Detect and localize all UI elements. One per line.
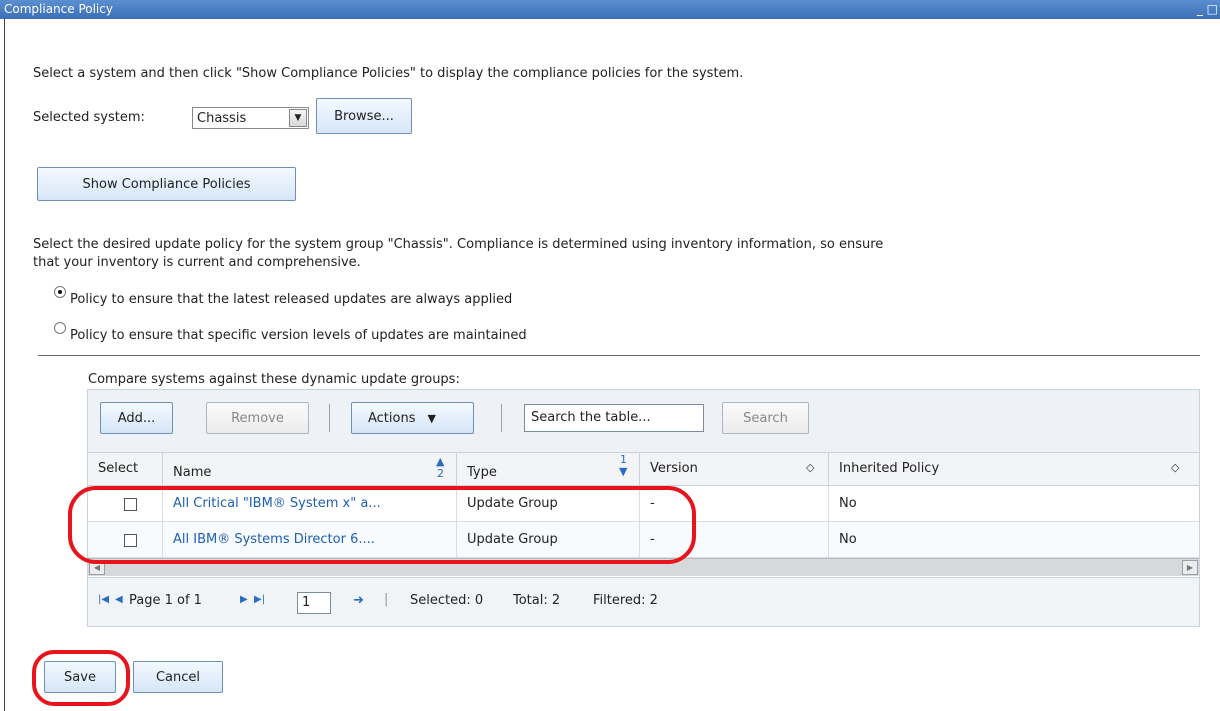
header-select-label: Select — [98, 461, 139, 476]
show-compliance-policies-button[interactable]: Show Compliance Policies — [37, 167, 296, 201]
go-arrow-icon[interactable]: ➜ — [353, 593, 364, 608]
remove-button[interactable]: Remove — [206, 402, 309, 434]
table-header-row: Select Name ▲ 2 Type 1 ▼ Version ◇ Inher… — [88, 452, 1199, 486]
header-name-label: Name — [173, 465, 212, 480]
cancel-button[interactable]: Cancel — [133, 661, 223, 693]
header-version-label: Version — [650, 461, 698, 476]
header-name[interactable]: Name ▲ 2 — [163, 453, 457, 485]
next-page-icon[interactable]: ▶ — [240, 594, 248, 605]
system-select-value: Chassis — [197, 110, 247, 126]
header-type-label: Type — [467, 465, 497, 480]
table-pager: |◀ ◀ Page 1 of 1 ▶ ▶| 1 ➜ | Selected: 0 … — [88, 577, 1199, 626]
add-button[interactable]: Add... — [100, 402, 173, 434]
filtered-count: Filtered: 2 — [593, 593, 658, 608]
highlight-annotation-save — [32, 650, 130, 706]
divider — [38, 355, 1200, 356]
intro-text: Select a system and then click "Show Com… — [33, 66, 744, 81]
actions-label: Actions — [368, 410, 416, 426]
selected-system-label: Selected system: — [33, 110, 145, 125]
window-title: Compliance Policy — [4, 2, 113, 16]
actions-menu-button[interactable]: Actions ▼ — [351, 402, 474, 434]
pager-separator: | — [384, 592, 389, 607]
sort-toggle-icon: ◇ — [1171, 461, 1180, 474]
highlight-annotation-rows — [68, 486, 696, 564]
sort-order-number: 2 — [437, 467, 444, 480]
policy-instructions-line2: that your inventory is current and compr… — [33, 255, 361, 270]
sort-toggle-icon: ◇ — [806, 461, 815, 474]
row-inherited: No — [839, 532, 857, 547]
window-controls[interactable]: _ □ — [1197, 0, 1218, 19]
table-toolbar: Add... Remove Actions ▼ Search the table… — [88, 390, 1199, 452]
search-button[interactable]: Search — [722, 402, 809, 434]
radio-latest-updates[interactable] — [54, 286, 66, 298]
sort-descending-icon: ▼ — [619, 465, 628, 478]
browse-button[interactable]: Browse... — [316, 98, 412, 134]
toolbar-separator — [329, 404, 330, 432]
chevron-down-icon: ▼ — [427, 411, 436, 425]
frame-border — [4, 19, 5, 711]
total-count: Total: 2 — [513, 593, 561, 608]
radio-latest-updates-label: Policy to ensure that the latest release… — [70, 292, 513, 307]
page-text: Page 1 of 1 — [129, 593, 202, 608]
header-select: Select — [88, 453, 163, 485]
toolbar-separator — [501, 404, 502, 432]
page-number-input[interactable]: 1 — [297, 592, 331, 614]
table-search-input[interactable]: Search the table... — [524, 404, 704, 432]
last-page-icon[interactable]: ▶| — [254, 594, 265, 605]
radio-specific-versions[interactable] — [54, 322, 66, 334]
header-type[interactable]: Type 1 ▼ — [457, 453, 640, 485]
header-inherited-policy[interactable]: Inherited Policy ◇ — [829, 453, 1199, 485]
scroll-right-icon[interactable]: ▶ — [1182, 560, 1198, 575]
policy-instructions-line1: Select the desired update policy for the… — [33, 237, 884, 252]
header-version[interactable]: Version ◇ — [640, 453, 829, 485]
first-page-icon[interactable]: |◀ — [98, 594, 109, 605]
row-inherited: No — [839, 496, 857, 511]
previous-page-icon[interactable]: ◀ — [115, 594, 123, 605]
system-select[interactable]: Chassis ▼ — [192, 107, 309, 129]
compare-label: Compare systems against these dynamic up… — [88, 372, 460, 387]
radio-specific-versions-label: Policy to ensure that specific version l… — [70, 328, 527, 343]
window-title-bar: Compliance Policy _ □ — [0, 0, 1220, 19]
selected-count: Selected: 0 — [410, 593, 484, 608]
header-inherited-label: Inherited Policy — [839, 461, 940, 476]
chevron-down-icon[interactable]: ▼ — [289, 109, 307, 127]
